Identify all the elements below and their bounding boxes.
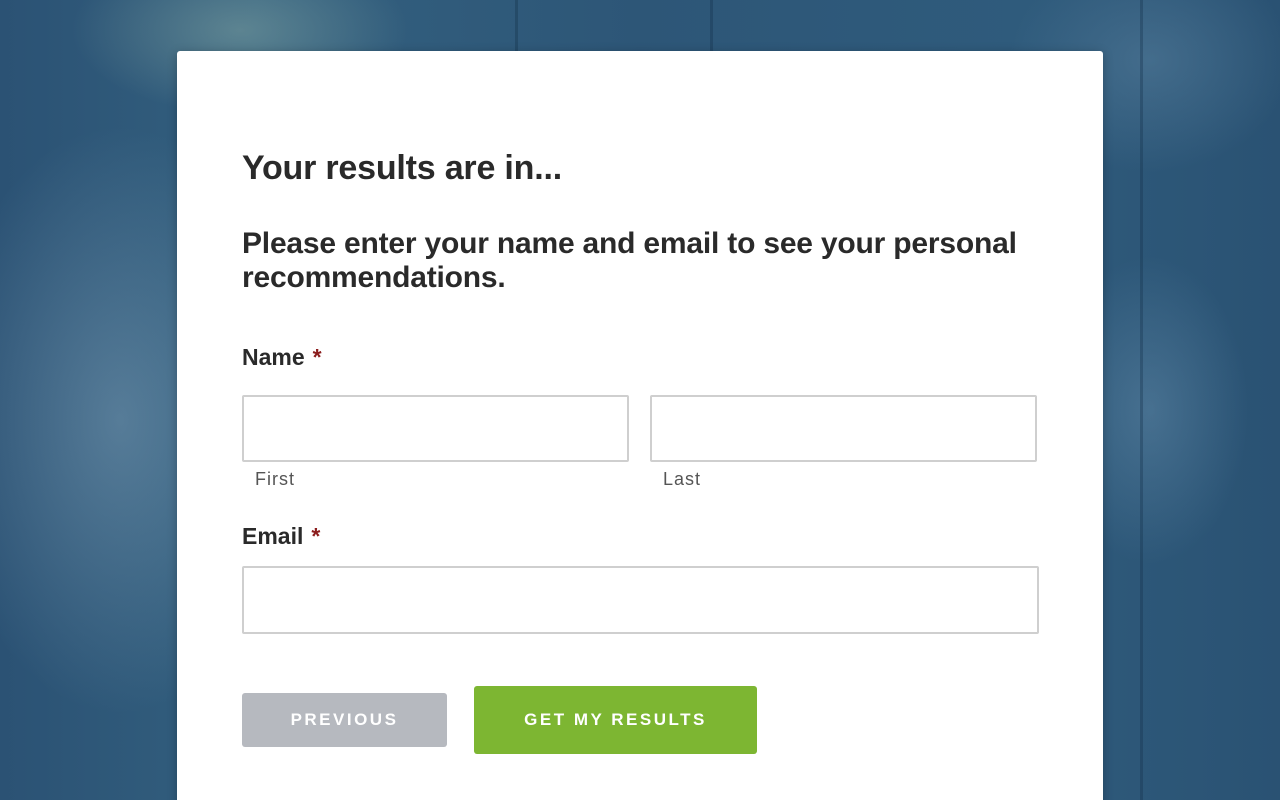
name-field-label: Name * [242, 344, 322, 371]
required-marker: * [312, 344, 322, 370]
name-label-text: Name [242, 344, 305, 370]
get-my-results-button[interactable]: GET MY RESULTS [474, 686, 757, 754]
previous-button[interactable]: PREVIOUS [242, 693, 447, 747]
instructions-text: Please enter your name and email to see … [242, 227, 1017, 294]
background-plank-line [1140, 0, 1143, 800]
required-marker: * [311, 523, 321, 549]
email-input[interactable] [242, 566, 1039, 634]
quiz-form-card: Your results are in... Please enter your… [177, 51, 1103, 800]
results-heading: Your results are in... [242, 149, 562, 187]
email-label-text: Email [242, 523, 304, 549]
first-name-input[interactable] [242, 395, 629, 462]
last-name-sublabel: Last [663, 469, 702, 489]
first-name-sublabel: First [255, 469, 295, 489]
last-name-input[interactable] [650, 395, 1037, 462]
email-field-label: Email * [242, 523, 320, 550]
